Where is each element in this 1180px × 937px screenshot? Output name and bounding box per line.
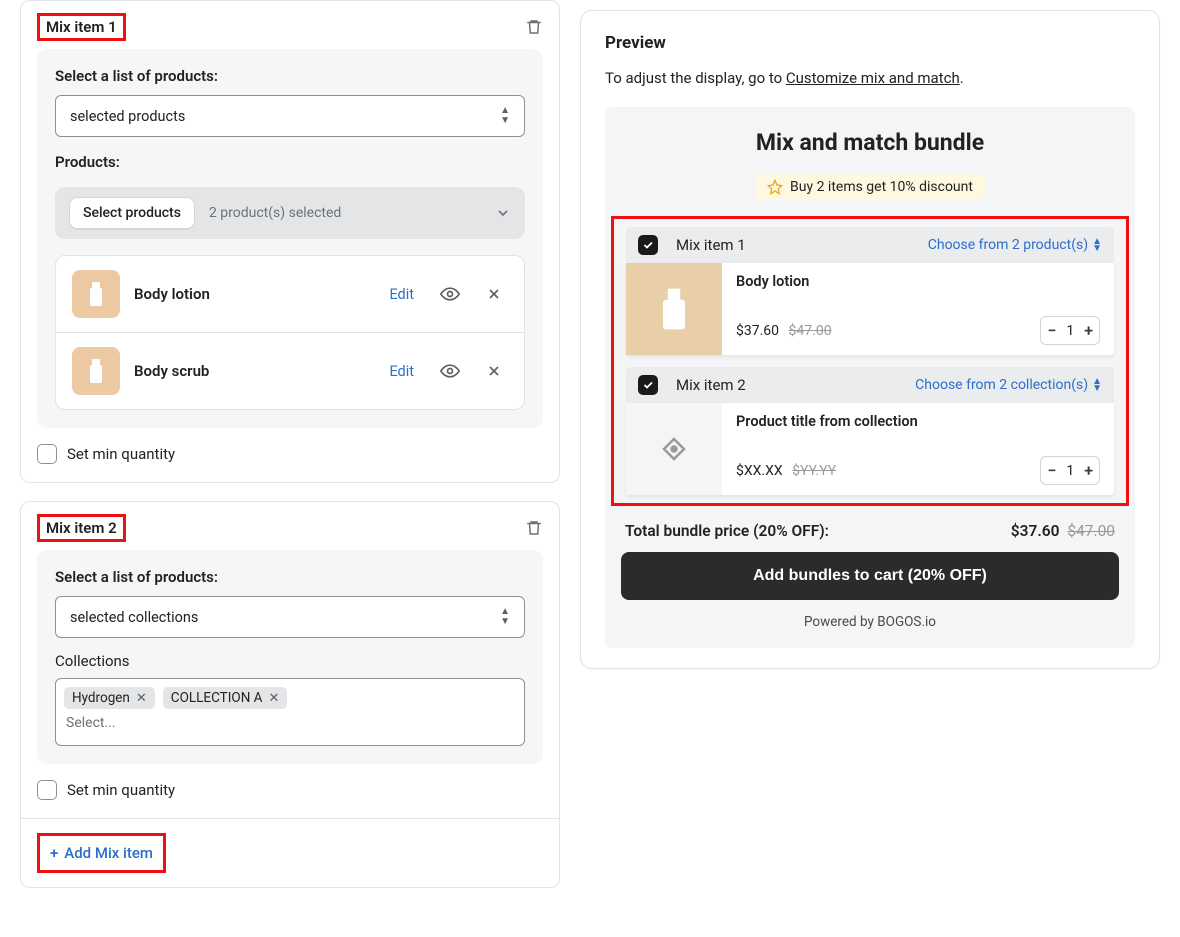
min-qty-label: Set min quantity	[67, 781, 175, 799]
product-list-select[interactable]: selected products ▲▼	[55, 95, 525, 137]
collections-tag-input[interactable]: Hydrogen ✕ COLLECTION A ✕ Select...	[55, 678, 525, 746]
chevron-updown-icon: ▲▼	[500, 607, 510, 627]
product-name: Body lotion	[134, 285, 375, 303]
preview-product-card: Product title from collection $XX.XX $YY…	[626, 403, 1114, 495]
preview-product-card: Body lotion $37.60 $47.00 − 1 +	[626, 263, 1114, 355]
product-thumb	[72, 270, 120, 318]
tag: COLLECTION A ✕	[163, 687, 288, 709]
preview-column: Preview To adjust the display, go to Cus…	[580, 0, 1160, 906]
promo-badge: Buy 2 items get 10% discount	[755, 174, 985, 200]
min-qty-row: Set min quantity	[21, 780, 559, 818]
config-column: Mix item 1 Select a list of products: se…	[20, 0, 560, 906]
products-label: Products:	[55, 153, 525, 171]
select-products-bar[interactable]: Select products 2 product(s) selected	[55, 187, 525, 239]
trash-icon[interactable]	[525, 519, 543, 537]
min-qty-checkbox[interactable]	[37, 444, 57, 464]
product-thumb-placeholder	[626, 403, 722, 495]
remove-icon[interactable]	[480, 286, 508, 302]
selected-count: 2 product(s) selected	[209, 205, 341, 221]
edit-link[interactable]: Edit	[389, 286, 414, 303]
product-price: $XX.XX	[736, 463, 783, 479]
min-qty-label: Set min quantity	[67, 445, 175, 463]
eye-icon[interactable]	[434, 361, 466, 381]
add-to-cart-button[interactable]: Add bundles to cart (20% OFF)	[621, 552, 1119, 600]
tag-remove-icon[interactable]: ✕	[136, 691, 147, 706]
preview-card: Preview To adjust the display, go to Cus…	[580, 10, 1160, 669]
section-title: Mix item 1	[676, 236, 918, 254]
mix-item-2-card: Mix item 2 Select a list of products: se…	[20, 501, 560, 888]
choose-products-link[interactable]: Choose from 2 product(s) ▲▼	[928, 237, 1102, 253]
product-name: Body lotion	[736, 273, 1100, 290]
product-name: Body scrub	[134, 362, 375, 380]
preview-mix-section-2: Mix item 2 Choose from 2 collection(s) ▲…	[626, 367, 1114, 403]
choose-collections-link[interactable]: Choose from 2 collection(s) ▲▼	[915, 377, 1102, 393]
product-list: Body lotion Edit Body scrub	[55, 255, 525, 410]
tag: Hydrogen ✕	[64, 687, 155, 709]
section-checkbox[interactable]	[638, 375, 658, 395]
select-products-button[interactable]: Select products	[69, 197, 195, 229]
product-old-price: $YY.YY	[792, 463, 836, 479]
add-mix-item-link[interactable]: + Add Mix item	[50, 844, 153, 862]
add-mix-row: + Add Mix item	[21, 818, 559, 887]
qty-minus[interactable]: −	[1047, 461, 1056, 480]
sort-icon: ▲▼	[1092, 378, 1102, 392]
select-list-label: Select a list of products:	[55, 568, 525, 586]
remove-icon[interactable]	[480, 363, 508, 379]
item2-config-section: Select a list of products: selected coll…	[37, 550, 543, 764]
tag-placeholder: Select...	[64, 715, 516, 731]
star-icon	[767, 179, 783, 195]
collections-label: Collections	[55, 652, 525, 670]
mix-item-1-card: Mix item 1 Select a list of products: se…	[20, 0, 560, 483]
bundle-preview: Mix and match bundle Buy 2 items get 10%…	[605, 107, 1135, 648]
product-row: Body scrub Edit	[56, 333, 524, 409]
min-qty-row: Set min quantity	[21, 444, 559, 482]
qty-minus[interactable]: −	[1047, 321, 1056, 340]
product-name: Product title from collection	[736, 413, 1100, 430]
tag-remove-icon[interactable]: ✕	[268, 691, 279, 706]
chevron-down-icon	[495, 205, 511, 221]
customize-link[interactable]: Customize mix and match	[786, 69, 960, 87]
product-row: Body lotion Edit	[56, 256, 524, 333]
total-old-price: $47.00	[1067, 522, 1115, 540]
chevron-updown-icon: ▲▼	[500, 106, 510, 126]
qty-stepper: − 1 +	[1040, 456, 1100, 485]
qty-value: 1	[1066, 323, 1074, 339]
edit-link[interactable]: Edit	[389, 363, 414, 380]
item1-config-section: Select a list of products: selected prod…	[37, 49, 543, 428]
select-value: selected collections	[70, 609, 198, 626]
min-qty-checkbox[interactable]	[37, 780, 57, 800]
product-list-select[interactable]: selected collections ▲▼	[55, 596, 525, 638]
product-thumb	[626, 263, 722, 355]
qty-stepper: − 1 +	[1040, 316, 1100, 345]
product-old-price: $47.00	[789, 323, 832, 339]
preview-mix-section-1: Mix item 1 Choose from 2 product(s) ▲▼	[626, 227, 1114, 263]
qty-plus[interactable]: +	[1084, 321, 1093, 340]
total-label: Total bundle price (20% OFF):	[625, 522, 829, 540]
sort-icon: ▲▼	[1092, 238, 1102, 252]
qty-plus[interactable]: +	[1084, 461, 1093, 480]
qty-value: 1	[1066, 463, 1074, 479]
product-thumb	[72, 347, 120, 395]
preview-subtext: To adjust the display, go to Customize m…	[605, 69, 1135, 87]
trash-icon[interactable]	[525, 18, 543, 36]
eye-icon[interactable]	[434, 284, 466, 304]
total-row: Total bundle price (20% OFF): $37.60 $47…	[605, 506, 1135, 552]
product-price: $37.60	[736, 323, 779, 339]
section-title: Mix item 2	[676, 376, 905, 394]
powered-by: Powered by BOGOS.io	[605, 614, 1135, 630]
total-price: $37.60	[1011, 522, 1060, 540]
select-value: selected products	[70, 108, 185, 125]
mix-item-2-title: Mix item 2	[46, 519, 117, 537]
mix-item-1-title: Mix item 1	[46, 18, 117, 36]
select-list-label: Select a list of products:	[55, 67, 525, 85]
section-checkbox[interactable]	[638, 235, 658, 255]
plus-icon: +	[50, 844, 58, 862]
bundle-title: Mix and match bundle	[605, 129, 1135, 156]
preview-heading: Preview	[605, 33, 1135, 53]
highlighted-preview-region: Mix item 1 Choose from 2 product(s) ▲▼	[611, 216, 1129, 506]
